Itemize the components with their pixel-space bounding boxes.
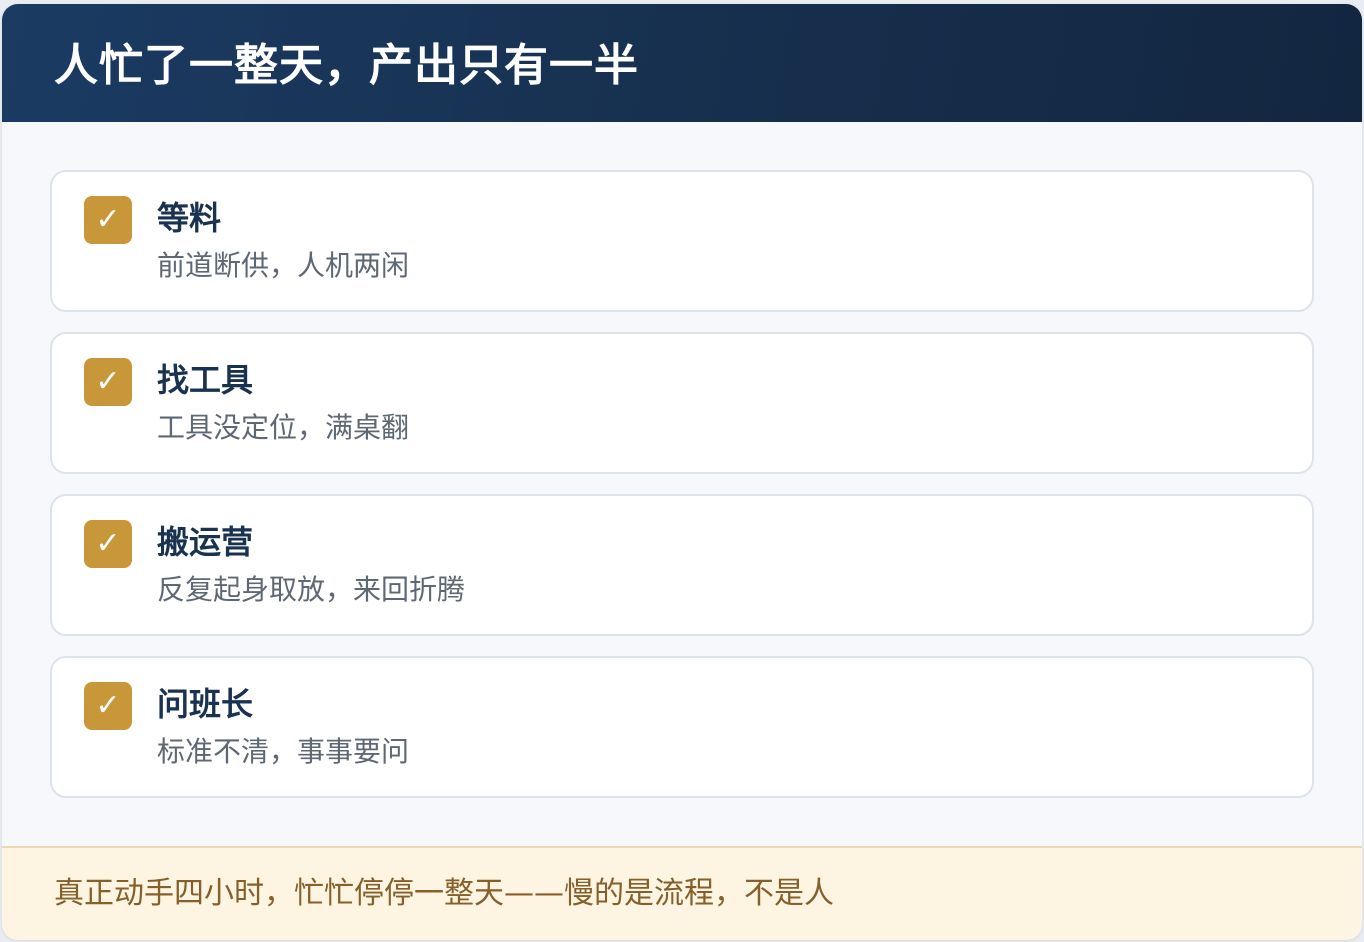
footer-banner: 真正动手四小时，忙忙停停一整天——慢的是流程，不是人 bbox=[2, 846, 1362, 940]
issue-list: ✓ 等料 前道断供，人机两闲 ✓ 找工具 工具没定位，满桌翻 ✓ 搬运营 反复起… bbox=[50, 170, 1314, 818]
checkmark-icon: ✓ bbox=[84, 358, 132, 406]
item-title: 找工具 bbox=[157, 361, 254, 399]
checkmark-icon: ✓ bbox=[84, 196, 132, 244]
header-banner: 人忙了一整天，产出只有一半 bbox=[2, 4, 1362, 122]
page-title: 人忙了一整天，产出只有一半 bbox=[54, 40, 639, 91]
footer-text: 真正动手四小时，忙忙停停一整天——慢的是流程，不是人 bbox=[54, 876, 834, 911]
list-item: ✓ 搬运营 反复起身取放，来回折腾 bbox=[50, 494, 1314, 636]
item-description: 标准不清，事事要问 bbox=[157, 735, 410, 768]
list-item: ✓ 找工具 工具没定位，满桌翻 bbox=[50, 332, 1314, 474]
item-title: 搬运营 bbox=[157, 523, 254, 561]
item-title: 问班长 bbox=[157, 685, 254, 723]
list-item: ✓ 等料 前道断供，人机两闲 bbox=[50, 170, 1314, 312]
checkmark-icon: ✓ bbox=[84, 520, 132, 568]
list-item: ✓ 问班长 标准不清，事事要问 bbox=[50, 656, 1314, 798]
checkmark-icon: ✓ bbox=[84, 682, 132, 730]
item-description: 反复起身取放，来回折腾 bbox=[157, 573, 466, 606]
slide-card: 人忙了一整天，产出只有一半 ✓ 等料 前道断供，人机两闲 ✓ 找工具 工具没定位… bbox=[2, 4, 1362, 940]
item-description: 前道断供，人机两闲 bbox=[157, 249, 410, 282]
item-description: 工具没定位，满桌翻 bbox=[157, 411, 410, 444]
item-title: 等料 bbox=[157, 199, 222, 237]
